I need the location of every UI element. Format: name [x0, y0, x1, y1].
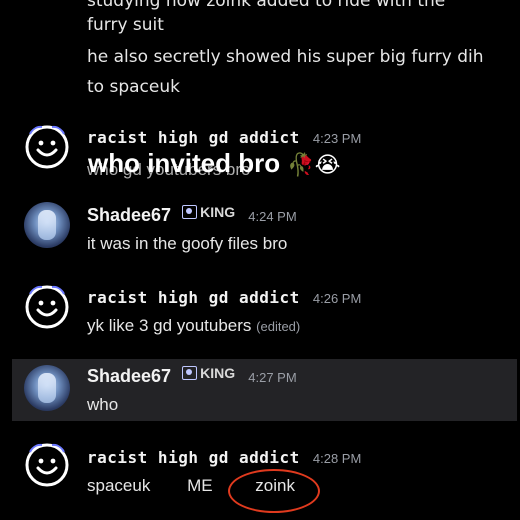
- avatar[interactable]: [24, 284, 70, 330]
- message-continuation-line: he also secretly showed his super big fu…: [87, 47, 484, 67]
- word-me: ME: [187, 476, 213, 495]
- smiley-avatar-icon: [25, 443, 69, 487]
- badge-label: KING: [200, 204, 236, 220]
- avatar[interactable]: [24, 442, 70, 488]
- message-continuation-line: studying how zoink added to ride with th…: [87, 0, 446, 11]
- badge-icon: [182, 205, 198, 219]
- role-badge[interactable]: KING: [182, 365, 235, 381]
- author-name[interactable]: Shadee67: [87, 205, 171, 225]
- red-circle-annotation: [228, 469, 320, 513]
- message-header: racist high gd addict 4:28 PM: [87, 448, 361, 467]
- overlay-caption: who invited bro 🥀😭: [88, 148, 340, 179]
- edited-label: (edited): [256, 319, 301, 334]
- avatar[interactable]: [24, 124, 70, 170]
- author-name[interactable]: Shadee67: [87, 366, 171, 386]
- smiley-avatar-icon: [25, 285, 69, 329]
- message-continuation-line: to spaceuk: [87, 77, 180, 97]
- word-spaceuk: spaceuk: [87, 476, 151, 495]
- message-highlighted: Shadee67 KING 4:27 PM who: [12, 359, 517, 421]
- badge-icon: [182, 366, 198, 380]
- author-name[interactable]: racist high gd addict: [87, 288, 300, 307]
- timestamp[interactable]: 4:27 PM: [248, 370, 296, 385]
- message: racist high gd addict 4:26 PM yk like 3 …: [0, 280, 520, 342]
- timestamp[interactable]: 4:28 PM: [313, 451, 361, 466]
- timestamp[interactable]: 4:23 PM: [313, 131, 361, 146]
- caption-text: who invited bro: [88, 148, 281, 178]
- message-text: yk like 3 gd youtubers: [87, 316, 252, 335]
- message-header: Shadee67 KING 4:24 PM: [87, 204, 297, 226]
- author-name[interactable]: racist high gd addict: [87, 448, 300, 467]
- avatar[interactable]: [24, 365, 70, 411]
- avatar[interactable]: [24, 202, 70, 248]
- message: Shadee67 KING 4:24 PM it was in the goof…: [0, 198, 520, 260]
- author-name[interactable]: racist high gd addict: [87, 128, 300, 147]
- message-header: Shadee67 KING 4:27 PM: [87, 365, 297, 387]
- message-body: it was in the goofy files bro: [87, 234, 288, 253]
- message-body: yk like 3 gd youtubers (edited): [87, 316, 300, 336]
- message-body: who: [87, 395, 119, 414]
- wilted-rose-crying-emoji-icon: 🥀😭: [287, 153, 341, 178]
- timestamp[interactable]: 4:24 PM: [248, 209, 296, 224]
- smiley-avatar-icon: [25, 125, 69, 169]
- message-header: racist high gd addict 4:23 PM: [87, 128, 361, 147]
- role-badge[interactable]: KING: [182, 204, 235, 220]
- message-continuation-line: furry suit: [87, 15, 164, 35]
- message-header: racist high gd addict 4:26 PM: [87, 288, 361, 307]
- badge-label: KING: [200, 365, 236, 381]
- timestamp[interactable]: 4:26 PM: [313, 291, 361, 306]
